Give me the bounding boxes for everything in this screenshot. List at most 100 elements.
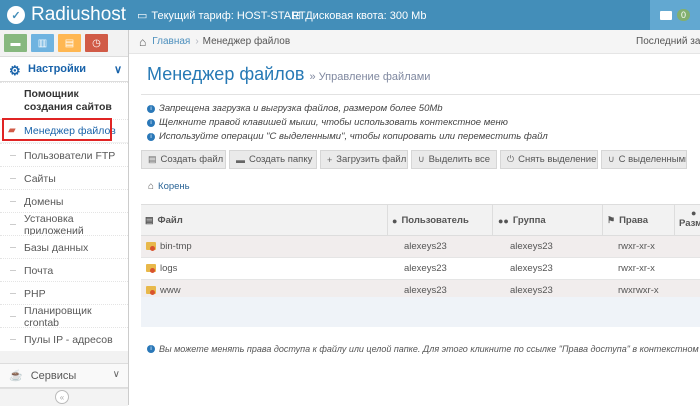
divider: [141, 94, 700, 95]
column-header-permissions[interactable]: ⚑ Права: [607, 215, 648, 226]
checkmark-icon: ✓: [7, 6, 25, 24]
toolbar-button-label: С выделенными: [618, 154, 687, 165]
sidebar-item-site-wizard[interactable]: Помощник создания сайтов: [0, 82, 128, 119]
bottom-info-note: i Вы можете менять права доступа к файлу…: [147, 344, 700, 354]
sidebar-section-settings[interactable]: ⚙ Настройки ∨: [0, 56, 128, 82]
sidebar-item-php[interactable]: PHP: [0, 281, 128, 305]
logo[interactable]: ✓ Radiushost: [7, 3, 126, 27]
page-subtitle: » Управление файлами: [309, 71, 431, 83]
tree-dash: [10, 293, 16, 294]
flag-icon: ⚑: [607, 215, 616, 225]
create-file-button[interactable]: ▤ Создать файл: [141, 150, 226, 169]
shortcut-power-button[interactable]: ◷: [85, 34, 108, 52]
power-icon: ◷: [92, 37, 101, 49]
create-folder-button[interactable]: ▬ Создать папку: [229, 150, 317, 169]
sidebar-item-domains[interactable]: Домены: [0, 189, 128, 213]
sidebar-item-ftp-users[interactable]: Пользователи FTP: [0, 143, 128, 167]
sidebar-item-mail[interactable]: Почта: [0, 258, 128, 282]
shortcut-signal-button[interactable]: ▬: [4, 34, 27, 52]
sidebar-item-label: Установка приложений: [24, 212, 84, 237]
file-name[interactable]: bin-tmp: [160, 241, 192, 252]
sidebar-section-services[interactable]: ☕ Сервисы ∨: [0, 363, 128, 388]
sidebar-item-sites[interactable]: Сайты: [0, 166, 128, 190]
file-group: alexeys23: [510, 285, 553, 296]
with-selected-button[interactable]: ∪ С выделенными: [601, 150, 687, 169]
table-empty-area: [141, 297, 700, 327]
column-header-user[interactable]: ● Пользователь: [392, 215, 469, 226]
tree-dash: [10, 247, 16, 248]
tree-dash: [10, 201, 16, 202]
toolbar-button-label: Создать файл: [160, 154, 224, 165]
info-icon: ●: [691, 208, 697, 218]
table-row[interactable]: logs alexeys23 alexeys23 rwxr-xr-x: [141, 258, 700, 280]
file-permissions[interactable]: rwxr-xr-x: [618, 241, 655, 252]
file-permissions[interactable]: rwxrwxr-x: [618, 285, 659, 296]
envelope-icon: [659, 10, 672, 20]
sidebar-item-label: Базы данных: [24, 241, 89, 254]
breadcrumb-current: Менеджер файлов: [202, 36, 291, 47]
home-icon: ⌂: [139, 34, 147, 49]
sidebar-item-label: Пулы IP - адресов: [24, 333, 113, 346]
sidebar-section-label: Настройки: [28, 63, 87, 75]
bottom-note-text: Вы можете менять права доступа к файлу и…: [159, 344, 700, 354]
breadcrumb-home-link[interactable]: Главная: [152, 36, 190, 47]
top-navbar: ✓ Radiushost ▭ Текущий тариф: HOST-START…: [0, 0, 700, 30]
column-label: Права: [619, 215, 648, 226]
tree-dash: [10, 316, 16, 317]
tree-dash: [10, 155, 16, 156]
info-note-text: Щелкните правой клавишей мыши, чтобы исп…: [159, 117, 508, 128]
group-icon: ●●: [498, 215, 509, 226]
file-icon: ▤: [145, 215, 154, 225]
root-folder-link[interactable]: ⌂ Корень: [148, 181, 190, 192]
upload-file-button[interactable]: + Загрузить файл: [320, 150, 408, 169]
hdd-icon: ⊟: [292, 10, 302, 22]
column-header-size[interactable]: ● Разм: [679, 208, 700, 229]
root-label: Корень: [158, 181, 190, 192]
sidebar-item-ip-pools[interactable]: Пулы IP - адресов: [0, 327, 128, 351]
plus-icon: +: [327, 154, 333, 165]
deselect-button[interactable]: ⏻ Снять выделение: [500, 150, 598, 169]
tree-dash: [10, 270, 16, 271]
sidebar-section-label: Сервисы: [30, 369, 77, 382]
shortcut-chart-button[interactable]: ▥: [31, 34, 54, 52]
sidebar-item-label: PHP: [24, 287, 46, 300]
sidebar-item-databases[interactable]: Базы данных: [0, 235, 128, 259]
tree-dash: [10, 178, 16, 179]
column-divider: [674, 205, 675, 235]
chart-icon: ▥: [37, 37, 48, 49]
table-row[interactable]: bin-tmp alexeys23 alexeys23 rwxr-xr-x: [141, 236, 700, 258]
quota-text: Дисковая квота: 300 Mb: [305, 9, 427, 22]
double-chevron-left-icon[interactable]: «: [55, 390, 69, 404]
select-all-button[interactable]: ∪ Выделить все: [411, 150, 497, 169]
mail-count-badge: 0: [676, 9, 690, 21]
sidebar-item-label: Планировщик crontab: [24, 304, 92, 329]
page-title: Менеджер файлов » Управление файлами: [147, 64, 430, 85]
info-note: i Используйте операции "С выделенными", …: [147, 131, 548, 142]
column-divider: [387, 205, 388, 235]
sidebar-item-app-install[interactable]: Установка приложений: [0, 212, 128, 237]
home-icon: ⌂: [148, 181, 155, 192]
info-icon: i: [147, 104, 155, 113]
breadcrumb-separator: ›: [195, 36, 199, 47]
tree-dash: [10, 339, 16, 340]
info-note: i Запрещена загрузка и выгрузка файлов, …: [147, 103, 443, 114]
quota-info: ⊟ Дисковая квота: 300 Mb: [292, 9, 427, 23]
sidebar-item-label: Почта: [24, 264, 54, 277]
column-header-file[interactable]: ▤ Файл: [145, 215, 183, 226]
last-login-text: Последний зах: [636, 36, 700, 47]
sidebar-shortcuts: ▬ ▥ ▤ ◷: [0, 30, 128, 56]
active-item-highlight: [2, 118, 112, 141]
shortcut-folder-button[interactable]: ▤: [58, 34, 81, 52]
column-label: Группа: [512, 215, 546, 226]
mail-button[interactable]: 0: [650, 0, 700, 30]
sidebar-item-crontab[interactable]: Планировщик crontab: [0, 304, 128, 329]
file-permissions[interactable]: rwxr-xr-x: [618, 263, 655, 274]
file-name[interactable]: www: [160, 285, 181, 296]
file-group: alexeys23: [510, 241, 553, 252]
file-toolbar: ▤ Создать файл ▬ Создать папку + Загрузи…: [141, 150, 700, 171]
sidebar-collapse-bar[interactable]: «: [0, 388, 128, 406]
user-icon: ●: [392, 215, 398, 226]
column-header-group[interactable]: ●● Группа: [498, 215, 546, 226]
file-user: alexeys23: [404, 285, 447, 296]
file-name[interactable]: logs: [160, 263, 177, 274]
